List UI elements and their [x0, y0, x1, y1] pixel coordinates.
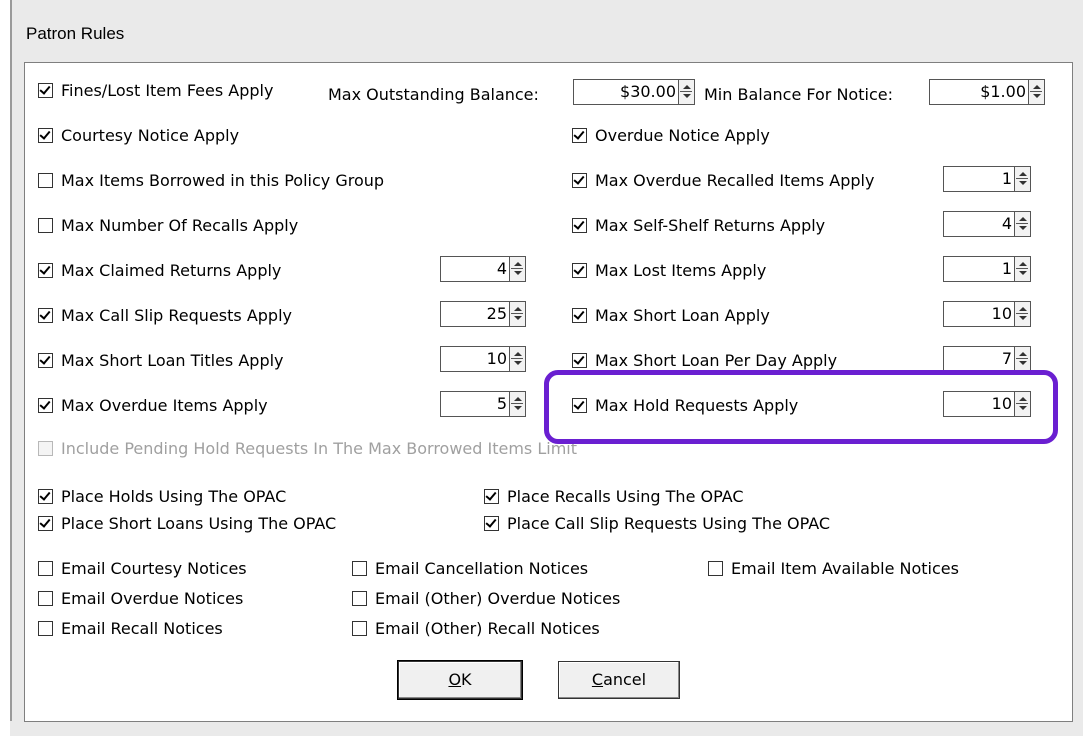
checkbox-mark [572, 398, 587, 413]
checkbox-mark [38, 591, 53, 606]
window-bottom-border [10, 721, 1083, 736]
checkbox-mark [352, 621, 367, 636]
spinner-arrows-icon[interactable] [1014, 257, 1030, 281]
spinner-arrows-icon[interactable] [509, 302, 525, 326]
checkbox-mark [352, 591, 367, 606]
checkbox-mark [572, 263, 587, 278]
right-rule-spinner[interactable]: 10 [943, 301, 1031, 327]
checkbox-mark [38, 263, 53, 278]
cancel-button[interactable]: Cancel [558, 661, 680, 699]
left-rule-spinner[interactable]: 25 [440, 301, 526, 327]
min-balance-spinner[interactable]: $1.00 [929, 79, 1045, 105]
left-rule-spinner[interactable]: 10 [440, 346, 526, 372]
checkbox-mark [484, 489, 499, 504]
left-rule-spinner[interactable]: 5 [440, 391, 526, 417]
max-outstanding-label: Max Outstanding Balance: [328, 85, 539, 104]
checkbox-mark [38, 353, 53, 368]
checkbox-mark [572, 173, 587, 188]
checkbox-mark [572, 218, 587, 233]
spinner-arrows-icon[interactable] [509, 392, 525, 416]
checkbox-mark [38, 441, 53, 456]
checkbox-mark [38, 489, 53, 504]
spinner-arrows-icon[interactable] [509, 257, 525, 281]
checkbox-mark [38, 398, 53, 413]
checkbox-mark [572, 128, 587, 143]
checkbox-mark [708, 561, 723, 576]
spinner-arrows-icon[interactable] [1014, 167, 1030, 191]
checkbox-mark [572, 308, 587, 323]
max-outstanding-spinner[interactable]: $30.00 [573, 79, 695, 105]
checkbox-mark [484, 516, 499, 531]
spinner-arrows-icon[interactable] [678, 80, 694, 104]
checkbox-mark [38, 128, 53, 143]
min-balance-label: Min Balance For Notice: [704, 85, 893, 104]
checkbox-mark [38, 173, 53, 188]
right-rule-spinner[interactable]: 1 [943, 256, 1031, 282]
checkbox-mark [572, 353, 587, 368]
checkbox-mark [38, 308, 53, 323]
checkbox-mark [38, 83, 53, 98]
checkbox-mark [38, 561, 53, 576]
ok-button[interactable]: OK [397, 660, 523, 700]
window-title: Patron Rules [26, 24, 125, 43]
left-rule-spinner[interactable]: 4 [440, 256, 526, 282]
spinner-arrows-icon[interactable] [1028, 80, 1044, 104]
right-rule-spinner[interactable]: 1 [943, 166, 1031, 192]
checkbox-mark [38, 621, 53, 636]
checkbox-mark [352, 561, 367, 576]
right-rule-spinner[interactable]: 10 [943, 391, 1031, 417]
spinner-arrows-icon[interactable] [1014, 302, 1030, 326]
checkbox-mark [38, 516, 53, 531]
spinner-arrows-icon[interactable] [1014, 392, 1030, 416]
spinner-arrows-icon[interactable] [1014, 212, 1030, 236]
spinner-arrows-icon[interactable] [1014, 347, 1030, 371]
spinner-arrows-icon[interactable] [509, 347, 525, 371]
checkbox-mark [38, 218, 53, 233]
right-rule-spinner[interactable]: 4 [943, 211, 1031, 237]
title-bar: Patron Rules [10, 0, 1083, 62]
right-rule-spinner[interactable]: 7 [943, 346, 1031, 372]
